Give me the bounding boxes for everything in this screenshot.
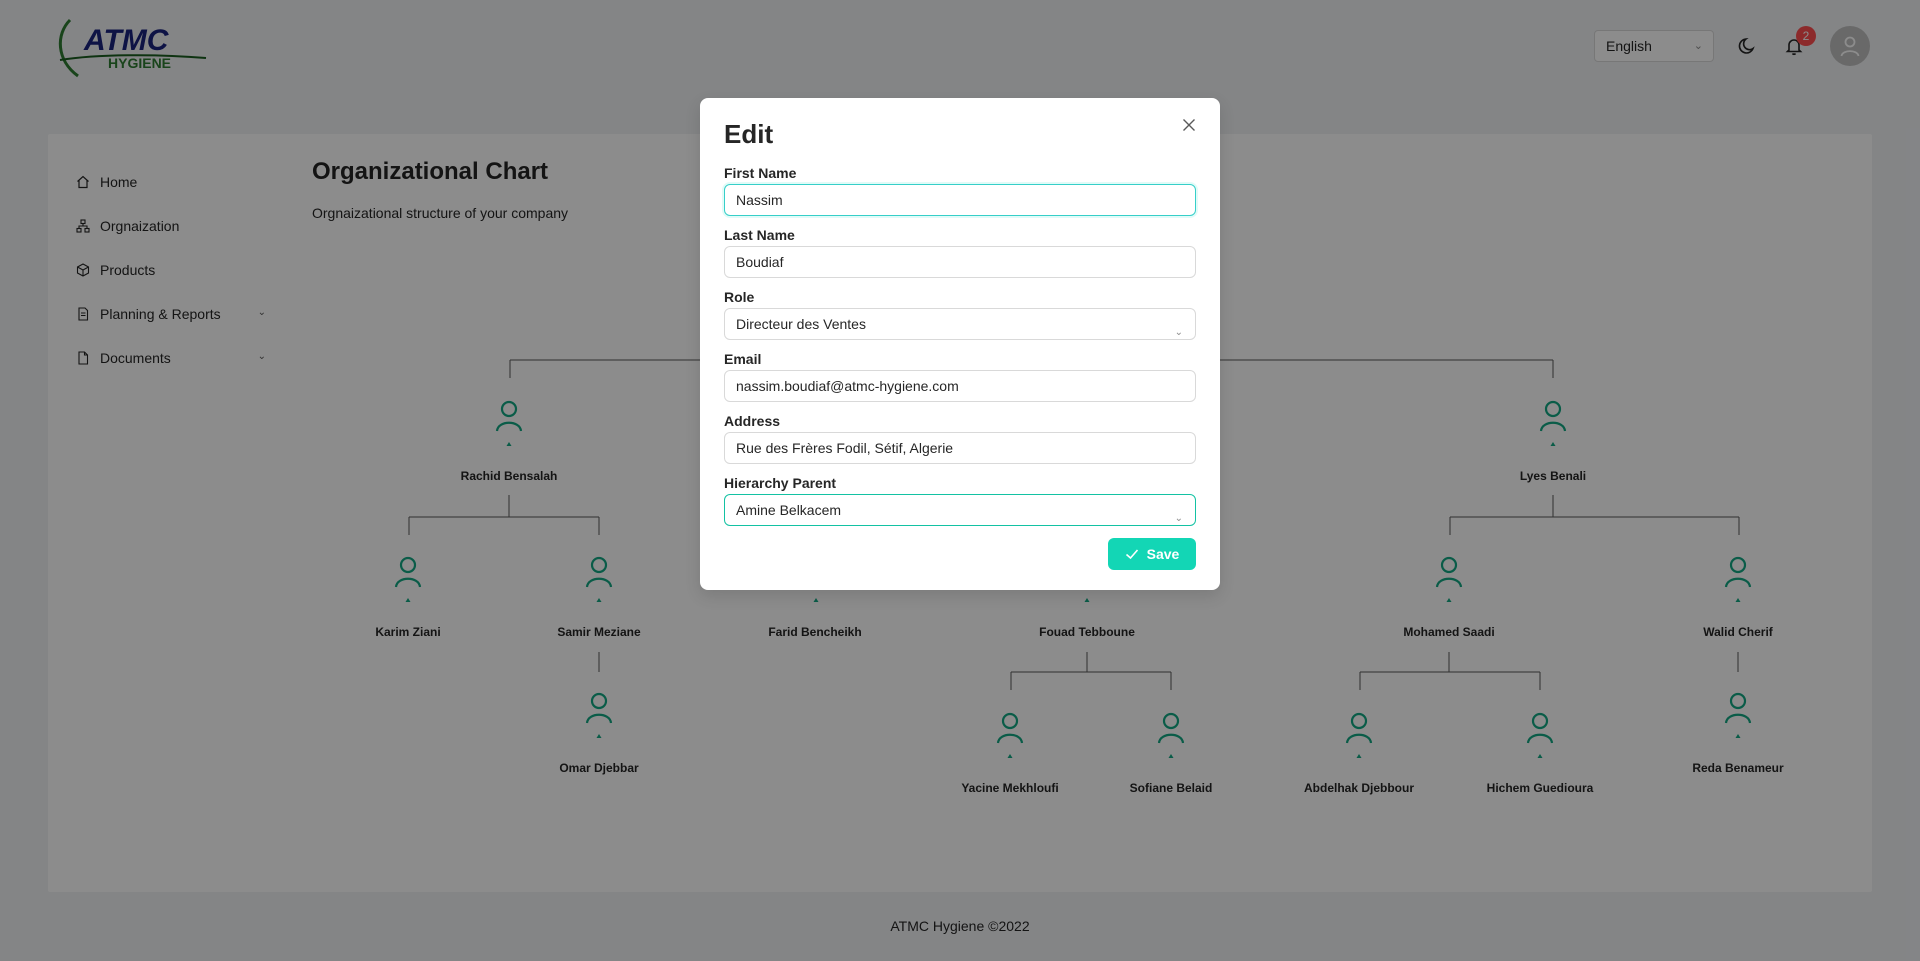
edit-modal: Edit First Name Last Name Role Directeur… <box>700 98 1220 590</box>
hierarchy-parent-value: Amine Belkacem <box>736 502 842 518</box>
email-input[interactable] <box>724 370 1196 402</box>
close-button[interactable] <box>1178 114 1200 136</box>
hierarchy-parent-select[interactable]: Amine Belkacem ⌄ <box>724 494 1196 526</box>
first-name-input[interactable] <box>724 184 1196 216</box>
hierarchy-parent-label: Hierarchy Parent <box>724 475 837 491</box>
chevron-down-icon: ⌄ <box>1174 513 1183 524</box>
save-label: Save <box>1146 546 1180 562</box>
modal-title: Edit <box>724 119 774 149</box>
first-name-label: First Name <box>724 165 797 181</box>
role-label: Role <box>724 289 755 305</box>
last-name-input[interactable] <box>724 246 1196 278</box>
role-select[interactable]: Directeur des Ventes ⌄ <box>724 308 1196 340</box>
address-label: Address <box>724 413 781 429</box>
role-value: Directeur des Ventes <box>736 316 866 332</box>
address-input[interactable] <box>724 432 1196 464</box>
chevron-down-icon: ⌄ <box>1174 327 1183 338</box>
check-icon <box>1125 549 1138 560</box>
save-button[interactable]: Save <box>1108 538 1196 570</box>
close-icon <box>1183 119 1195 131</box>
last-name-label: Last Name <box>724 227 795 243</box>
email-label: Email <box>724 351 762 367</box>
